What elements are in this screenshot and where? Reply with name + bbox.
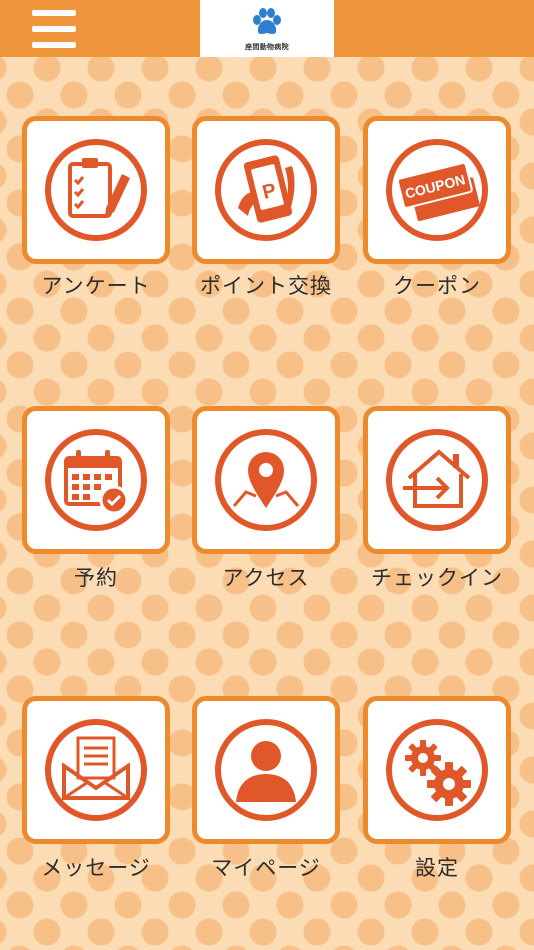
- menu-label-checkin: チェックイン: [371, 566, 503, 590]
- menu-label-coupon: クーポン: [393, 274, 481, 298]
- coupon-ticket-icon: COUPON: [386, 139, 488, 241]
- house-arrow-icon: [386, 429, 488, 531]
- menu-tile-coupon[interactable]: COUPON: [363, 116, 511, 264]
- menu-label-point-exchange: ポイント交換: [200, 274, 332, 298]
- menu-tile-access[interactable]: [192, 406, 340, 554]
- calendar-check-icon: [45, 429, 147, 531]
- menu-label-message: メッセージ: [41, 856, 151, 880]
- logo-text: 座間動物病院: [245, 43, 289, 51]
- envelope-letter-icon: [45, 719, 147, 821]
- survey-clipboard-icon: [45, 139, 147, 241]
- hamburger-menu-icon[interactable]: [32, 10, 76, 48]
- menu-tile-point-exchange[interactable]: P: [192, 116, 340, 264]
- menu-tile-message[interactable]: [22, 696, 170, 844]
- menu-label-survey: アンケート: [41, 274, 151, 298]
- paw-icon: [253, 8, 281, 34]
- map-pin-icon: [215, 429, 317, 531]
- menu-label-access: アクセス: [222, 566, 310, 590]
- menu-label-reservation: 予約: [74, 566, 118, 590]
- point-exchange-phone-icon: P: [215, 139, 317, 241]
- menu-tile-checkin[interactable]: [363, 406, 511, 554]
- menu-label-settings: 設定: [415, 856, 459, 880]
- app-logo: 座間動物病院: [200, 0, 334, 57]
- gears-icon: [386, 719, 488, 821]
- menu-tile-survey[interactable]: [22, 116, 170, 264]
- menu-label-mypage: マイページ: [211, 856, 321, 880]
- user-person-icon: [215, 719, 317, 821]
- menu-tile-settings[interactable]: [363, 696, 511, 844]
- menu-tile-reservation[interactable]: [22, 406, 170, 554]
- menu-tile-mypage[interactable]: [192, 696, 340, 844]
- top-bar: 座間動物病院: [0, 0, 534, 57]
